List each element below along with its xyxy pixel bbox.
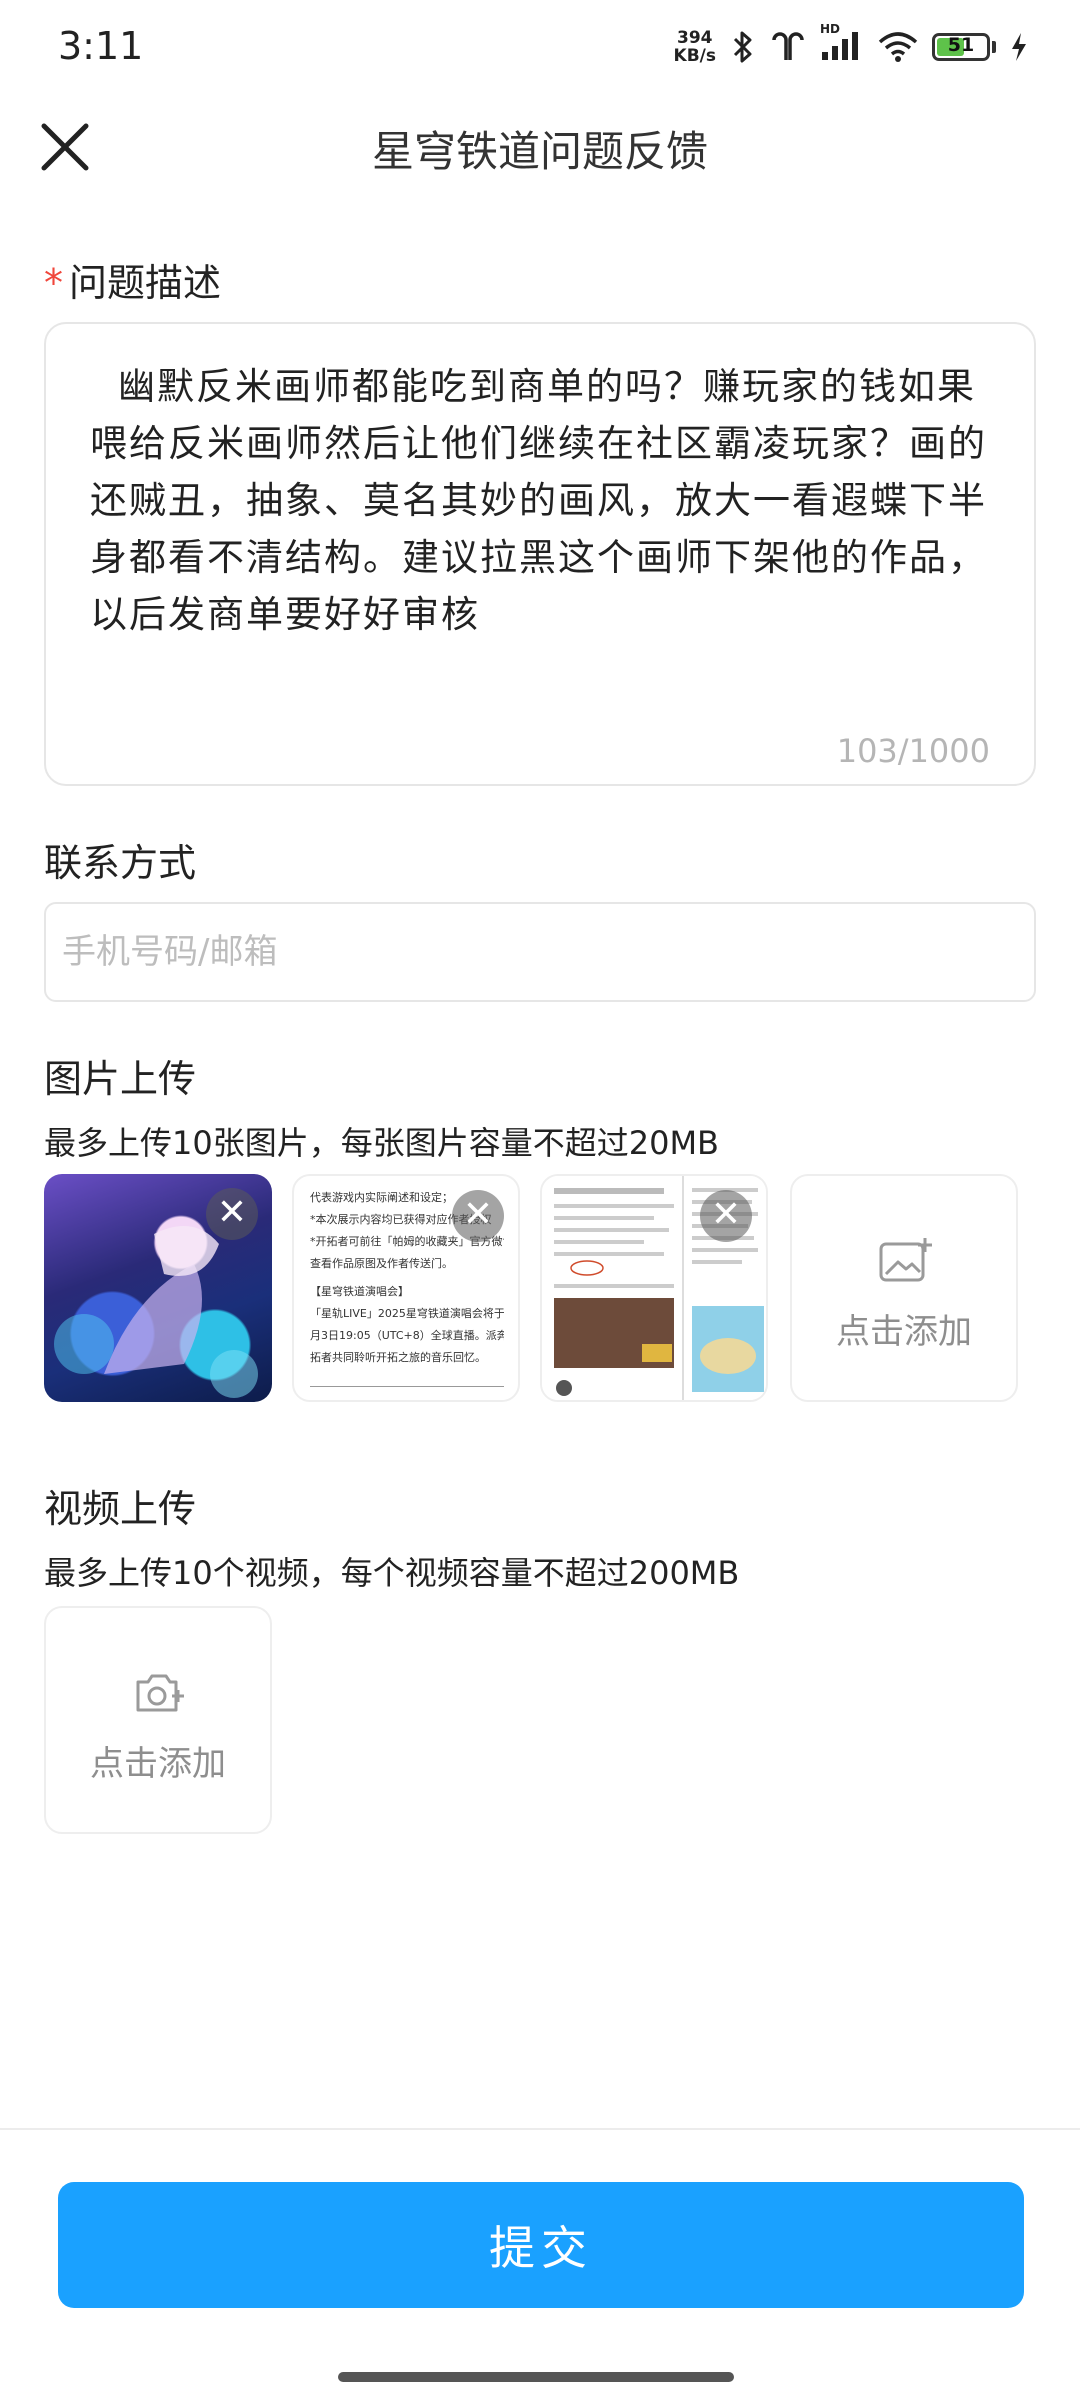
image-thumbnail[interactable]: 代表游戏内实际阐述和设定； *本次展示内容均已获得对应作者授权 *开拓者可前往「… — [292, 1174, 520, 1402]
status-icons: 394 KB/s HD 51 — [673, 22, 1028, 66]
thumbnail-text-line: 「星轨LIVE」2025星穹铁道演唱会将于5 — [310, 1307, 504, 1320]
description-label-row: * 问题描述 — [44, 252, 221, 307]
image-upload-hint: 最多上传10张图片，每张图片容量不超过20MB — [44, 1124, 720, 1162]
remove-image-button[interactable]: ✕ — [700, 1190, 752, 1242]
video-upload-label: 视频上传 — [44, 1487, 197, 1531]
description-textarea[interactable]: 幽默反米画师都能吃到商单的吗？赚玩家的钱如果喂给反米画师然后让他们继续在社区霸凌… — [44, 322, 1036, 786]
add-video-camera-icon — [136, 1674, 184, 1712]
cellular-signal: HD — [820, 22, 864, 66]
add-image-label: 点击添加 — [836, 1312, 972, 1352]
image-thumbnail[interactable]: ✕ — [44, 1174, 272, 1402]
charging-icon — [1012, 33, 1026, 61]
earbuds-icon — [772, 32, 804, 60]
required-mark: * — [44, 261, 63, 305]
add-video-button[interactable]: 点击添加 — [44, 1606, 272, 1834]
char-count: 103/1000 — [836, 732, 990, 770]
hd-badge: HD — [820, 22, 841, 36]
status-bar: 3:11 394 KB/s HD 51 — [0, 0, 1080, 100]
image-upload-label: 图片上传 — [44, 1057, 197, 1101]
network-speed: 394 KB/s — [673, 28, 716, 66]
add-image-icon — [879, 1238, 932, 1282]
contact-input[interactable] — [44, 902, 1036, 1002]
image-thumbnail[interactable]: ✕ — [540, 1174, 768, 1402]
header: 星穹铁道问题反馈 — [0, 100, 1080, 190]
add-video-label: 点击添加 — [90, 1744, 226, 1784]
thumbnail-text-line: 拓者共同聆听开拓之旅的音乐回忆。 — [310, 1351, 486, 1364]
add-image-button[interactable]: 点击添加 — [790, 1174, 1018, 1402]
contact-label: 联系方式 — [44, 841, 197, 885]
remove-image-button[interactable]: ✕ — [206, 1188, 258, 1240]
thumbnail-text-line: 月3日19:05（UTC+8）全球直播。派奔并 — [310, 1329, 504, 1342]
submit-button[interactable]: 提交 — [58, 2182, 1024, 2308]
video-upload-hint: 最多上传10个视频，每个视频容量不超过200MB — [44, 1554, 740, 1592]
battery-level: 51 — [947, 34, 975, 56]
battery-tip — [992, 41, 996, 53]
battery-icon: 51 — [932, 33, 990, 61]
status-time: 3:11 — [58, 24, 144, 68]
remove-image-button[interactable]: ✕ — [452, 1190, 504, 1242]
description-text[interactable]: 幽默反米画师都能吃到商单的吗？赚玩家的钱如果喂给反米画师然后让他们继续在社区霸凌… — [90, 358, 994, 643]
thumbnail-text-line: 【星穹铁道演唱会】 — [310, 1285, 409, 1298]
thumbnail-text-line: 查看作品原图及作者传送门。 — [310, 1257, 453, 1270]
description-label: 问题描述 — [69, 261, 222, 305]
page-title: 星穹铁道问题反馈 — [371, 127, 708, 176]
footer-divider — [0, 2128, 1080, 2130]
home-indicator[interactable] — [338, 2372, 734, 2382]
thumbnail-divider — [310, 1386, 504, 1387]
wifi-icon — [878, 32, 918, 62]
bluetooth-icon — [733, 31, 752, 63]
